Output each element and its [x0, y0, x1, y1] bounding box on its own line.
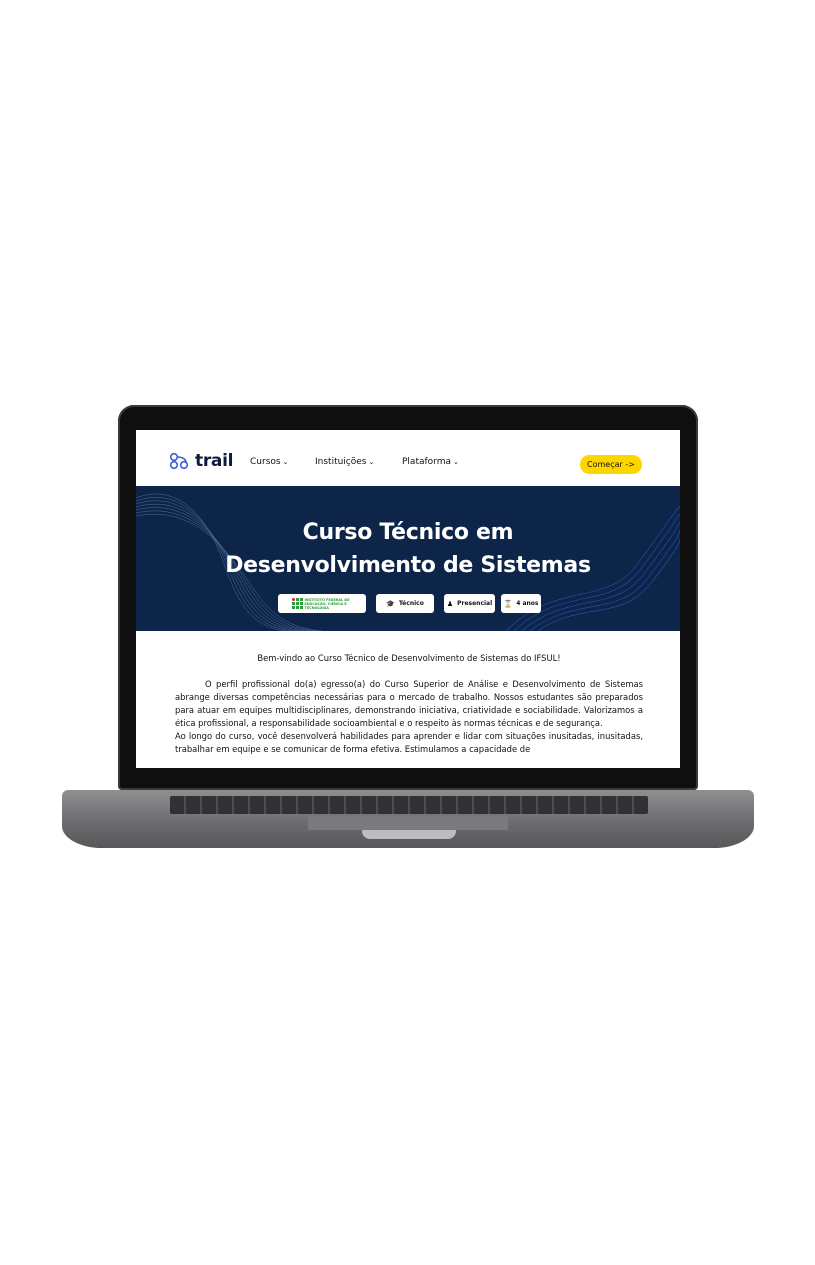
laptop-keyboard: [170, 796, 648, 814]
nav-item-cursos[interactable]: Cursos ⌄: [250, 457, 288, 467]
course-title-line1: Curso Técnico em: [302, 520, 514, 545]
institution-badge: INSTITUTO FEDERAL DE EDUCAÇÃO, CIÊNCIA E…: [278, 594, 366, 613]
site-logo[interactable]: trail: [168, 451, 233, 471]
course-title-line2: Desenvolvimento de Sistemas: [225, 553, 591, 578]
chevron-down-icon: ⌄: [453, 458, 459, 466]
tag-label: Presencial: [457, 600, 493, 607]
course-description: Bem-vindo ao Curso Técnico de Desenvolvi…: [175, 652, 643, 756]
tag-modality: ♟ Presencial: [444, 594, 495, 613]
welcome-text: Bem-vindo ao Curso Técnico de Desenvolvi…: [257, 653, 561, 663]
nav-label: Cursos: [250, 457, 281, 467]
start-button[interactable]: Começar ->: [580, 455, 642, 474]
hourglass-icon: ⌛: [503, 599, 513, 608]
chevron-down-icon: ⌄: [368, 458, 375, 466]
tag-label: Técnico: [398, 600, 424, 607]
tag-duration: ⌛ 4 anos: [501, 594, 541, 613]
tag-label: 4 anos: [516, 600, 539, 607]
nav-item-plataforma[interactable]: Plataforma ⌄: [402, 457, 459, 467]
site-navbar: trail Cursos ⌄ Instituições ⌄ Plataforma ⌄ …: [136, 430, 680, 486]
nav-label: Instituições: [315, 457, 367, 467]
trail-logo-icon: [169, 452, 189, 470]
laptop-screen: trail Cursos ⌄ Instituições ⌄ Plataforma ⌄ …: [136, 430, 680, 768]
person-icon: ♟: [446, 599, 454, 608]
institution-name: INSTITUTO FEDERAL DE EDUCAÇÃO, CIÊNCIA E…: [304, 597, 350, 610]
ifsul-logo: INSTITUTO FEDERAL DE EDUCAÇÃO, CIÊNCIA E…: [291, 597, 353, 610]
course-tags: INSTITUTO FEDERAL DE EDUCAÇÃO, CIÊNCIA E…: [136, 594, 680, 614]
chevron-down-icon: ⌄: [282, 458, 289, 466]
laptop-notch: [362, 830, 456, 839]
description-paragraph: O perfil profissional do(a) egresso(a) d…: [175, 679, 643, 728]
hero-banner: Curso Técnico em Desenvolvimento de Sist…: [136, 486, 680, 631]
nav-label: Plataforma: [402, 457, 451, 467]
tag-level: 🎓 Técnico: [376, 594, 434, 613]
description-paragraph: Ao longo do curso, você desenvolverá hab…: [175, 731, 643, 754]
graduation-cap-icon: 🎓: [386, 599, 395, 608]
laptop-trackpad: [308, 816, 508, 830]
course-title: Curso Técnico em Desenvolvimento de Sist…: [136, 516, 680, 582]
logo-text: trail: [195, 451, 234, 471]
nav-item-instituicoes[interactable]: Instituições ⌄: [315, 457, 374, 467]
institution-logo-icon: [291, 597, 303, 610]
